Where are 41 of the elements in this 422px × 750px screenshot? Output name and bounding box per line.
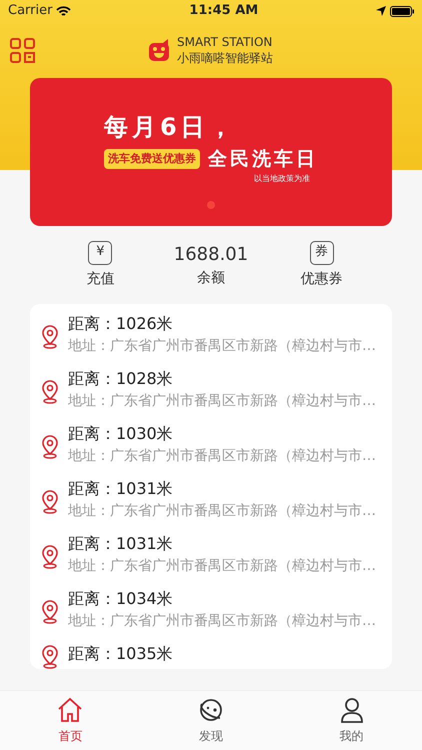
map-pin-icon [40,600,60,624]
balance-value: 1688.01 [174,243,248,267]
home-icon [57,696,84,722]
robot-logo-icon [149,39,169,61]
coupon-icon[interactable]: 券 [310,240,334,264]
distance-text[interactable]: 距离：1026米 [68,313,376,335]
recharge-label[interactable]: 充值 [86,268,114,290]
distance-text[interactable]: 距离：1030米 [68,423,376,445]
distance-text[interactable]: 距离：1028米 [68,368,376,390]
brand-subtitle: 小雨嘀嗒智能驿站 [177,50,273,66]
coupon-tag: 洗车免费送优惠券 [104,148,200,170]
user-icon [338,696,365,722]
promo-banner[interactable]: 每月6日， 洗车免费送优惠券 全民洗车日 以当地政策为准 [30,78,392,226]
map-pin-icon [40,645,60,669]
discover-tab[interactable]: 发现 [140,691,282,750]
mine-tab[interactable]: 我的 [281,691,422,750]
map-pin-icon [40,325,60,349]
distance-text[interactable]: 距离：1034米 [68,588,376,610]
banner-slogan: 全民洗车日 [208,146,318,172]
distance-text[interactable]: 距离：1031米 [68,533,376,555]
distance-text[interactable]: 距离：1035米 [68,643,173,665]
yuan-icon[interactable]: ¥ [88,240,112,264]
map-pin-icon [40,490,60,514]
qr-code-icon[interactable] [10,38,35,62]
map-pin-icon [40,380,60,404]
planet-icon [198,696,224,722]
battery-icon [390,6,414,16]
carrier-text: Carrier [8,2,52,20]
clock-text: 11:45 AM [189,2,258,20]
map-pin-icon [40,545,60,569]
balance-label: 余额 [197,269,225,288]
coupon-label[interactable]: 优惠券 [300,268,343,290]
banner-headline: 每月6日， [104,112,237,143]
banner-note: 以当地政策为准 [254,173,310,186]
wifi-icon [56,6,72,16]
brand-title: SMART STATION [177,34,273,50]
map-pin-icon [40,435,60,459]
page-indicator-dot[interactable] [207,201,215,210]
location-arrow-icon [376,6,386,16]
home-tab[interactable]: 首页 [0,691,141,750]
distance-text[interactable]: 距离：1031米 [68,478,376,500]
